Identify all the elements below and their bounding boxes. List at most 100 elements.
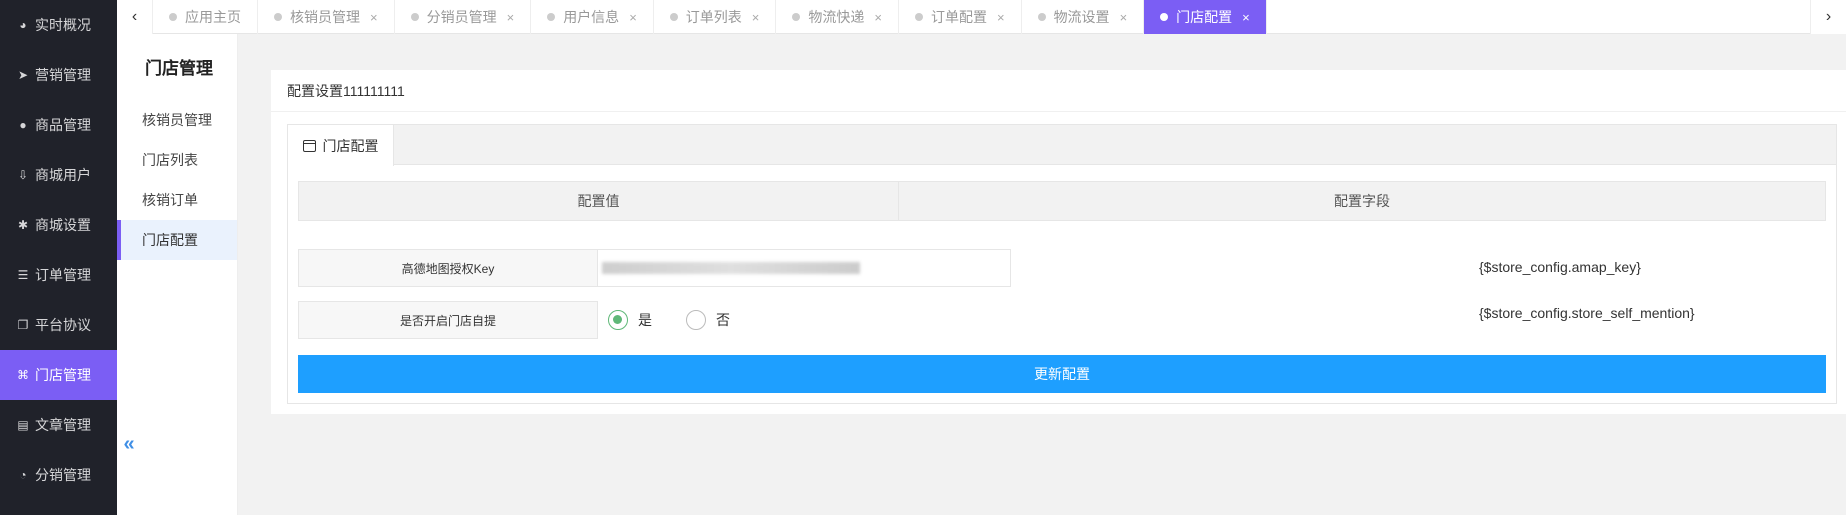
close-icon[interactable]: × [629,10,637,25]
tab-label: 门店配置 [1176,9,1233,25]
book-icon: ▤ [17,418,29,432]
tab[interactable]: 订单列表 × [654,0,777,34]
close-icon[interactable]: × [370,10,378,25]
sidebar-item[interactable]: ❐ 平台协议 [0,300,117,350]
update-config-button[interactable]: 更新配置 [298,355,1826,393]
binoculars-icon: ⌘ [17,368,29,382]
sidebar-item[interactable]: ● 商品管理 [0,100,117,150]
collapse-sidebar-icon[interactable]: « [118,432,140,456]
self-pickup-radio-group: 是 否 [608,310,764,330]
sidebar-item[interactable]: ➤ 营销管理 [0,50,117,100]
paper-plane-icon: ➤ [17,68,29,82]
close-icon[interactable]: × [1120,10,1128,25]
tab[interactable]: 用户信息 × [531,0,654,34]
tab[interactable]: 物流快递 × [776,0,899,34]
user-upload-icon: ⇩ [17,168,29,182]
radio-unchecked-icon [686,310,706,330]
reddit-icon: ● [19,118,27,132]
tab[interactable]: 分销员管理 × [395,0,532,34]
calendar-icon [302,139,316,152]
dot-icon [792,13,801,21]
tab-label: 物流设置 [1053,9,1110,25]
table-row: 是否开启门店自提 是 否 {$store_config.store_self_m… [298,301,1826,339]
sidebar-item-label: 营销管理 [35,67,91,83]
sidebar-item-label: 订单管理 [35,267,91,283]
amap-key-label: 高德地图授权Key [298,249,598,287]
sidebar-item[interactable]: ▤ 文章管理 [0,400,117,450]
sidebar-item[interactable]: ⌘ 门店管理 [0,350,117,400]
sidebar-item[interactable]: ☰ 订单管理 [0,250,117,300]
sidebar-item[interactable]: ✱ 商城设置 [0,200,117,250]
close-icon[interactable]: × [507,10,515,25]
sidebar-item-label: 门店管理 [35,367,91,383]
dot-icon [669,13,678,21]
tab-label: 订单列表 [685,9,742,25]
dot-icon [1037,13,1046,21]
dot-icon [1160,13,1169,21]
sidebar-item[interactable]: ◔ 分销管理 [0,450,117,500]
table-header: 配置值 配置字段 [298,181,1826,221]
table-row: 高德地图授权Key {$store_config.amap_key} [298,249,1826,287]
asterisk-icon: ✱ [17,218,29,232]
card-title: 配置设置111111111 [271,70,1846,112]
close-icon[interactable]: × [752,10,760,25]
sub-sidebar-item[interactable]: 门店列表 [117,140,237,180]
tab-store-config[interactable]: 门店配置 [288,125,394,166]
dot-icon [274,13,282,21]
list-icon: ☰ [17,268,29,282]
tab[interactable]: 核销员管理 × [258,0,395,34]
tab[interactable]: 订单配置 × [899,0,1022,34]
tab[interactable]: 物流设置 × [1022,0,1145,34]
tab-bar: ‹ 应用主页 核销员管理 × 分销员管理 × 用户信息 × 订单列表 × 物流快递 × 订单配置 × 物流… [117,0,1846,34]
tab-scroll-right-icon[interactable]: › [1810,0,1846,34]
dashboard-icon: ◕ [19,18,27,32]
radio-no-label: 否 [716,312,730,328]
sub-sidebar-item[interactable]: 核销订单 [117,180,237,220]
panel-tab-bar: 门店配置 [288,125,1836,166]
tab[interactable]: 门店配置 × [1144,0,1267,34]
tab-label: 分销员管理 [426,9,497,25]
self-pickup-label: 是否开启门店自提 [298,301,598,339]
dot-icon [169,13,177,21]
dot-icon [914,13,923,21]
tab-list: 应用主页 核销员管理 × 分销员管理 × 用户信息 × 订单列表 × 物流快递 × 订单配置 × 物流设置… [153,0,1267,34]
dot-icon [410,13,419,21]
sidebar-item-label: 商城用户 [35,167,91,183]
redacted-value [602,262,860,274]
amap-key-field-wrapper [598,249,1011,287]
config-card: 配置设置111111111 门店配置 配置值 配置字段 高德地图授权Key {$… [271,70,1846,414]
sidebar-item-label: 商城设置 [35,217,91,233]
sidebar-item-label: 平台协议 [35,317,91,333]
tab-label: 物流快递 [808,9,865,25]
dot-icon [547,13,556,21]
tab-label: 用户信息 [563,9,620,25]
sidebar-item[interactable]: ◕ 实时概况 [0,0,117,50]
copy-icon: ❐ [17,318,29,332]
field-self-mention: {$store_config.store_self_mention} [1479,305,1695,321]
sub-sidebar-item[interactable]: 门店配置 [117,220,237,260]
tab-label: 应用主页 [185,9,241,25]
sidebar-item-label: 实时概况 [35,17,91,33]
header-config-value: 配置值 [299,182,899,220]
header-config-field: 配置字段 [1334,193,1390,209]
sidebar-item[interactable]: ⇩ 商城用户 [0,150,117,200]
tab-scroll-left-icon[interactable]: ‹ [117,0,153,34]
pie-chart-icon: ◔ [19,468,27,482]
tab[interactable]: 应用主页 [153,0,258,34]
main-sidebar: ◕ 实时概况 ➤ 营销管理 ● 商品管理 ⇩ 商城用户 ✱ 商城设置 ☰ 订单管理 ❐ 平台协议 ⌘ 门店管理… [0,0,117,515]
close-icon[interactable]: × [1242,10,1250,25]
radio-no[interactable]: 否 [686,310,730,330]
sub-sidebar-item[interactable]: 核销员管理 [117,100,237,140]
tab-label: 核销员管理 [290,9,360,25]
close-icon[interactable]: × [874,10,882,25]
radio-yes[interactable]: 是 [608,310,652,330]
sidebar-item-label: 分销管理 [35,467,91,483]
radio-checked-icon [608,310,628,330]
sidebar-item-label: 文章管理 [35,417,91,433]
sidebar-item-label: 商品管理 [35,117,91,133]
close-icon[interactable]: × [997,10,1005,25]
tab-label: 订单配置 [930,9,987,25]
radio-yes-label: 是 [638,312,652,328]
field-amap-key: {$store_config.amap_key} [1479,259,1641,275]
panel-tab-label: 门店配置 [322,137,379,154]
